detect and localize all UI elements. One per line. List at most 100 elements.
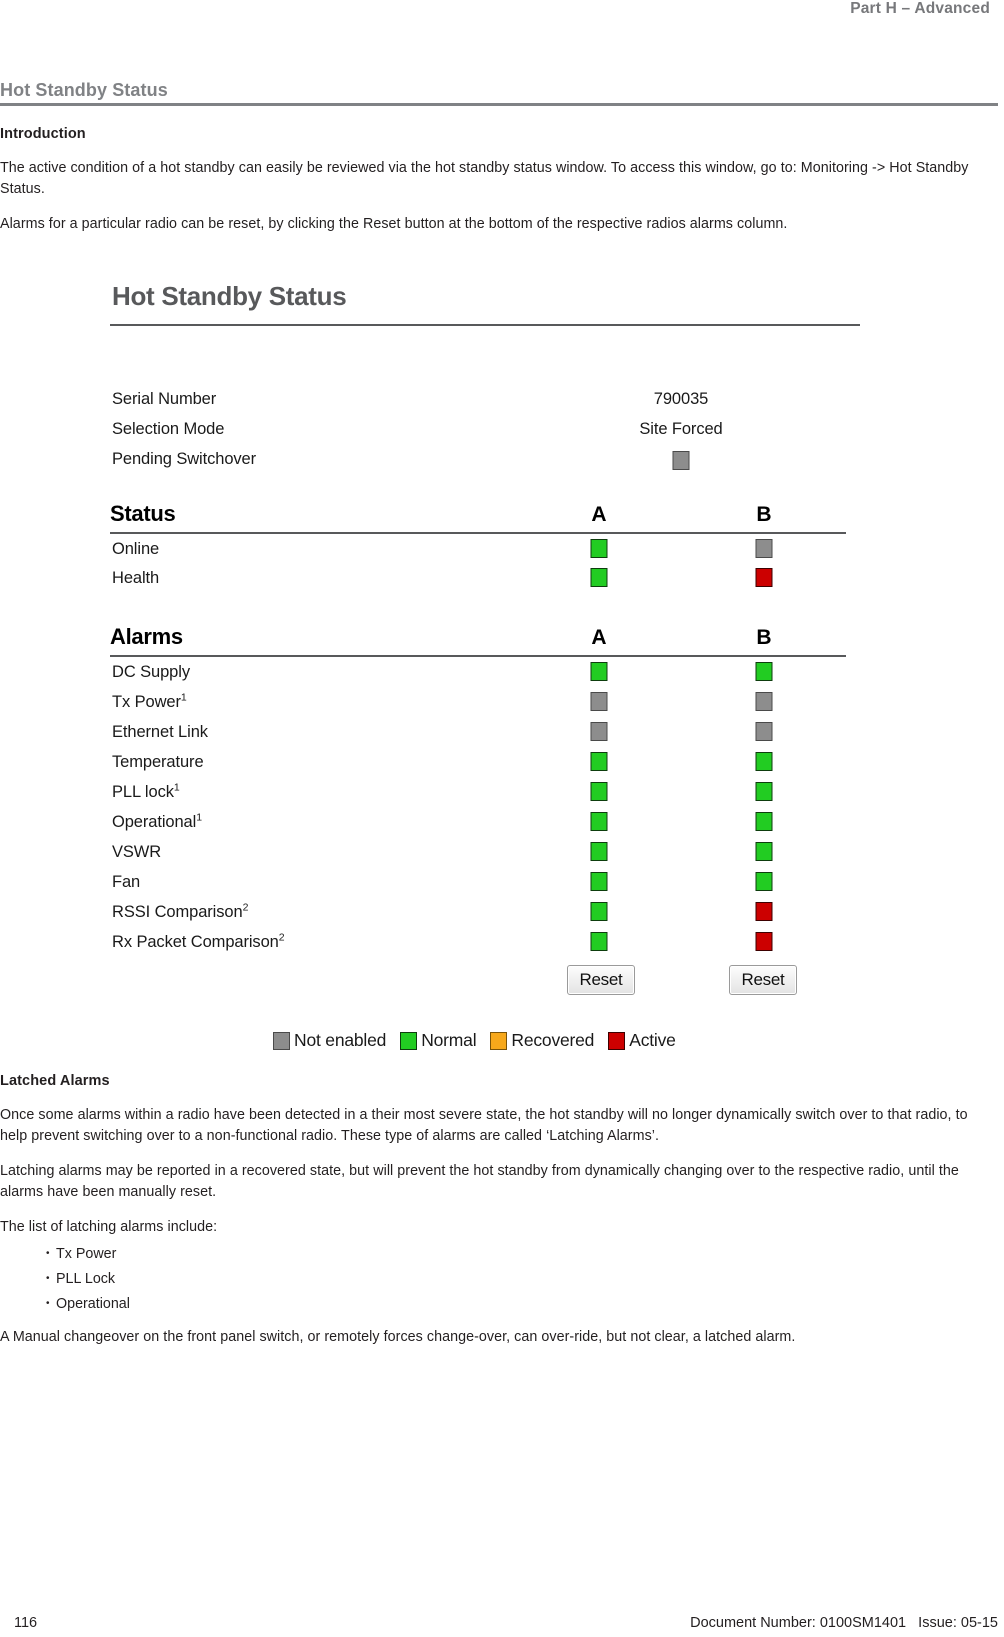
alarm-footnote-marker: 2 xyxy=(278,931,285,944)
window-title-divider xyxy=(110,324,860,326)
intro-paragraph-2: Alarms for a particular radio can be res… xyxy=(0,216,788,232)
status-table-heading: Status xyxy=(110,501,176,526)
alarms-column-b-header: B xyxy=(756,626,772,649)
alarm-row-label: VSWR xyxy=(112,843,161,862)
alarm-row-label: Ethernet Link xyxy=(112,723,208,742)
alarm-row-label: Operational1 xyxy=(112,811,202,832)
alarm-footnote-marker: 1 xyxy=(196,811,202,824)
alarm-row-label: PLL lock1 xyxy=(112,781,180,802)
latching-alarms-list: Tx Power PLL Lock Operational xyxy=(0,1241,998,1317)
status-health-b-indicator xyxy=(755,568,773,587)
status-row-health-label: Health xyxy=(112,569,160,587)
legend-label-not-enabled: Not enabled xyxy=(294,1030,387,1050)
alarm-rx-packet-comparison-a-indicator xyxy=(590,932,608,951)
section-header: Hot Standby Status xyxy=(0,80,998,106)
legend-label-active: Active xyxy=(629,1030,676,1050)
status-health-a-indicator xyxy=(590,568,608,587)
alarm-rssi-comparison-a-indicator xyxy=(590,902,608,921)
alarm-dc-supply-b-indicator xyxy=(755,662,773,681)
alarm-fan-a-indicator xyxy=(590,872,608,891)
hot-standby-status-screenshot: Hot Standby Status Serial Number 790035 … xyxy=(98,268,888,1068)
list-item: Operational xyxy=(46,1291,998,1317)
intro-paragraph-1: The active condition of a hot standby ca… xyxy=(0,160,969,197)
alarm-dc-supply-a-indicator xyxy=(590,662,608,681)
page-footer: 116 Document Number: 0100SM1401 Issue: 0… xyxy=(0,1615,998,1631)
latched-paragraph-2: Latching alarms may be reported in a rec… xyxy=(0,1163,959,1200)
alarm-operational-b-indicator xyxy=(755,812,773,831)
status-online-b-indicator xyxy=(755,539,773,558)
alarm-ethernet-link-a-indicator xyxy=(590,722,608,741)
alarm-rx-packet-comparison-b-indicator xyxy=(755,932,773,951)
legend-swatch-normal-icon xyxy=(400,1031,418,1050)
alarm-pll-lock-b-indicator xyxy=(755,782,773,801)
alarm-ethernet-link-b-indicator xyxy=(755,722,773,741)
alarms-table-heading: Alarms xyxy=(110,624,183,649)
alarm-tx-power-a-indicator xyxy=(590,692,608,711)
alarm-label-text: Operational xyxy=(112,813,197,831)
selection-mode-value: Site Forced xyxy=(639,420,723,438)
alarm-label-text: Fan xyxy=(112,873,141,891)
legend-item-normal: Normal xyxy=(400,1030,477,1051)
alarm-vswr-a-indicator xyxy=(590,842,608,861)
legend-item-recovered: Recovered xyxy=(490,1030,594,1051)
page-title: Hot Standby Status xyxy=(0,80,168,100)
alarm-label-text: PLL lock xyxy=(112,783,174,801)
alarm-label-text: Tx Power xyxy=(112,693,181,711)
alarm-rssi-comparison-b-indicator xyxy=(755,902,773,921)
latched-paragraph-1: Once some alarms within a radio have bee… xyxy=(0,1107,968,1144)
alarm-vswr-b-indicator xyxy=(755,842,773,861)
alarm-label-text: DC Supply xyxy=(112,663,190,681)
selection-mode-label: Selection Mode xyxy=(112,420,225,438)
alarm-label-text: RSSI Comparison xyxy=(112,903,243,921)
intro-heading: Introduction xyxy=(0,126,86,142)
alarm-row-label: Rx Packet Comparison2 xyxy=(112,931,285,952)
alarm-label-text: Ethernet Link xyxy=(112,723,208,741)
list-item: PLL Lock xyxy=(46,1266,998,1292)
title-divider xyxy=(0,103,998,106)
status-legend: Not enabled Normal Recovered Active xyxy=(273,1030,690,1051)
window-title: Hot Standby Status xyxy=(112,281,347,311)
document-info: Document Number: 0100SM1401 Issue: 05-15 xyxy=(690,1615,998,1631)
legend-swatch-not-enabled-icon xyxy=(273,1031,290,1050)
alarms-column-a-header: A xyxy=(591,626,607,649)
latched-alarms-heading: Latched Alarms xyxy=(0,1073,110,1089)
list-item: Tx Power xyxy=(46,1241,998,1267)
pending-switchover-label: Pending Switchover xyxy=(112,450,257,468)
reset-button-a[interactable]: Reset xyxy=(567,965,635,995)
latched-paragraph-3: A Manual changeover on the front panel s… xyxy=(0,1329,796,1345)
latched-alarms-section: Latched Alarms Once some alarms within a… xyxy=(0,1073,998,1362)
running-header: Part H – Advanced xyxy=(850,0,990,17)
legend-label-normal: Normal xyxy=(421,1030,477,1050)
alarm-row-label: Fan xyxy=(112,873,140,892)
legend-label-recovered: Recovered xyxy=(511,1030,595,1050)
alarm-operational-a-indicator xyxy=(590,812,608,831)
legend-swatch-active-icon xyxy=(608,1031,626,1050)
page-number: 116 xyxy=(14,1615,38,1631)
alarm-row-label: Tx Power1 xyxy=(112,692,187,712)
legend-swatch-recovered-icon xyxy=(490,1031,508,1050)
alarm-label-text: Rx Packet Comparison xyxy=(112,933,279,951)
status-row-online-label: Online xyxy=(112,540,160,558)
intro-section: Introduction The active condition of a h… xyxy=(0,126,998,249)
alarm-temperature-b-indicator xyxy=(755,752,773,771)
alarm-footnote-marker: 1 xyxy=(173,781,180,794)
serial-number-label: Serial Number xyxy=(112,390,217,408)
serial-number-value: 790035 xyxy=(653,390,709,408)
status-column-a-header: A xyxy=(591,503,607,526)
alarm-fan-b-indicator xyxy=(755,872,773,891)
alarm-label-text: Temperature xyxy=(112,753,204,771)
alarm-label-text: VSWR xyxy=(112,843,162,861)
latched-list-intro: The list of latching alarms include: xyxy=(0,1219,218,1235)
alarm-tx-power-b-indicator xyxy=(755,692,773,711)
alarm-row-label: DC Supply xyxy=(112,663,190,682)
status-online-a-indicator xyxy=(590,539,608,558)
alarms-table-divider xyxy=(110,655,846,657)
alarm-row-label: Temperature xyxy=(112,753,204,772)
pending-switchover-indicator xyxy=(672,451,690,470)
alarm-footnote-marker: 2 xyxy=(242,901,249,914)
alarm-pll-lock-a-indicator xyxy=(590,782,608,801)
alarm-temperature-a-indicator xyxy=(590,752,608,771)
status-column-b-header: B xyxy=(756,503,772,526)
legend-item-active: Active xyxy=(608,1030,676,1051)
reset-button-b[interactable]: Reset xyxy=(729,965,797,995)
